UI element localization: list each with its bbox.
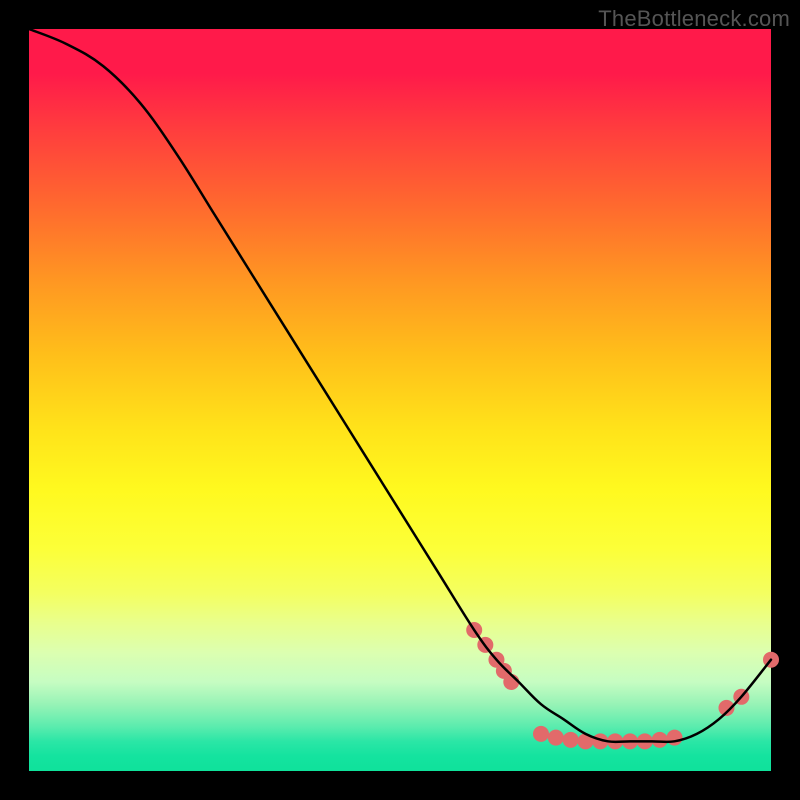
- chart-svg: [29, 29, 771, 771]
- data-markers: [466, 622, 779, 749]
- plot-area: [29, 29, 771, 771]
- data-marker: [652, 732, 668, 748]
- data-marker: [563, 732, 579, 748]
- chart-frame: TheBottleneck.com: [0, 0, 800, 800]
- data-curve: [29, 29, 771, 742]
- data-marker: [533, 726, 549, 742]
- data-marker: [667, 730, 683, 746]
- data-marker: [548, 730, 564, 746]
